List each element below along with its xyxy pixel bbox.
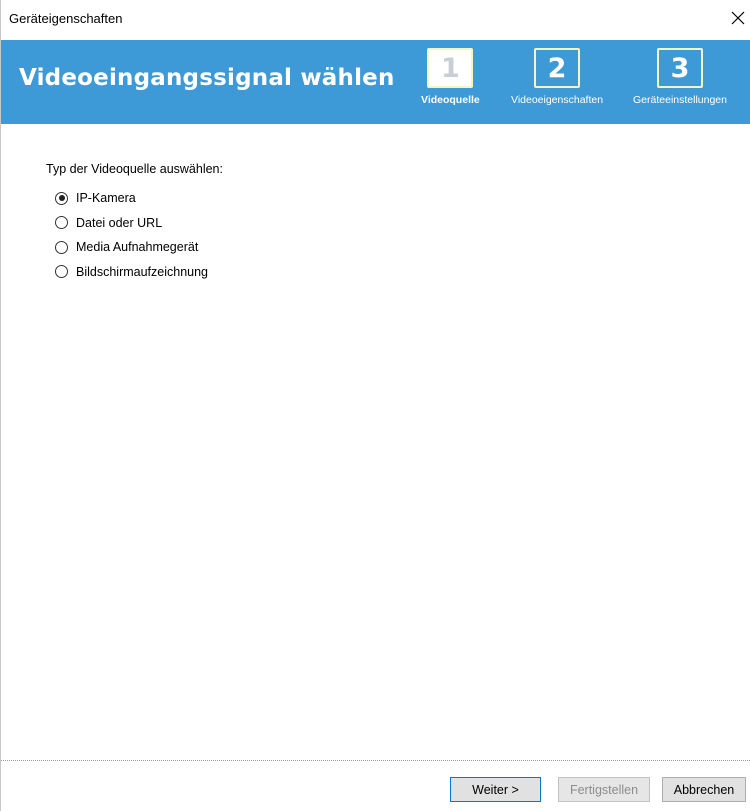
wizard-step-2: 2 Videoeigenschaften <box>511 48 603 106</box>
page-title: Videoeingangssignal wählen <box>19 65 395 91</box>
radio-label: Media Aufnahmegerät <box>76 240 199 255</box>
radio-label: Bildschirmaufzeichnung <box>76 264 209 279</box>
cancel-button[interactable]: Abbrechen <box>662 777 746 802</box>
radio-label: IP-Kamera <box>76 191 136 206</box>
wizard-step-1: 1 Videoquelle <box>421 48 480 106</box>
radio-option-screen-recording[interactable]: Bildschirmaufzeichnung <box>55 260 208 285</box>
title-bar: Geräteigenschaften <box>1 0 750 40</box>
step-label: Geräteeinstellungen <box>633 94 727 106</box>
radio-option-file-or-url[interactable]: Datei oder URL <box>55 211 208 236</box>
radio-option-ip-camera[interactable]: IP-Kamera <box>55 186 208 211</box>
device-properties-dialog: Geräteigenschaften Videoeingangssignal w… <box>0 0 750 811</box>
step-number-box: 3 <box>656 48 703 88</box>
step-number-box: 2 <box>534 48 581 88</box>
radio-button[interactable] <box>55 191 68 205</box>
step-label: Videoeigenschaften <box>511 94 604 106</box>
step-label: Videoquelle <box>421 94 480 106</box>
next-button[interactable]: Weiter > <box>450 777 541 802</box>
window-title: Geräteigenschaften <box>9 11 123 26</box>
wizard-footer: Weiter > Fertigstellen Abbrechen <box>1 761 750 811</box>
wizard-step-3: 3 Geräteeinstellungen <box>633 48 727 106</box>
radio-option-media-capture-device[interactable]: Media Aufnahmegerät <box>55 235 208 260</box>
radio-button[interactable] <box>55 216 68 230</box>
wizard-content: Typ der Videoquelle auswählen: IP-Kamera… <box>1 124 750 760</box>
close-button[interactable] <box>726 6 750 30</box>
source-type-radio-group: IP-Kamera Datei oder URL Media Aufnahmeg… <box>55 186 208 284</box>
step-number-box: 1 <box>427 48 474 88</box>
radio-button[interactable] <box>55 265 68 279</box>
source-type-label: Typ der Videoquelle auswählen: <box>46 162 223 176</box>
finish-button[interactable]: Fertigstellen <box>558 777 650 802</box>
wizard-header: Videoeingangssignal wählen 1 Videoquelle… <box>1 40 750 124</box>
close-icon <box>731 11 745 25</box>
radio-button[interactable] <box>55 240 68 254</box>
radio-label: Datei oder URL <box>76 215 163 230</box>
